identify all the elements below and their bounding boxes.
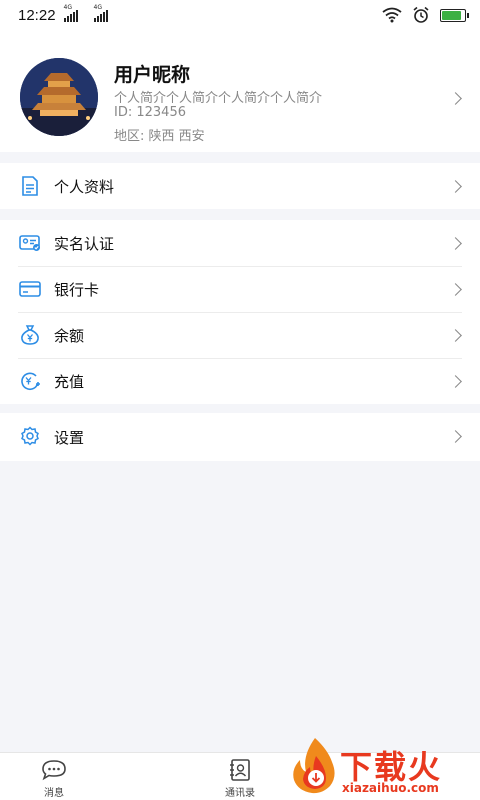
menu-item-bank-card[interactable]: 银行卡: [0, 266, 480, 312]
contacts-book-icon: [230, 759, 250, 781]
signal-icon: 4G: [63, 4, 78, 22]
avatar[interactable]: [20, 58, 98, 136]
chevron-right-icon: [449, 92, 462, 105]
menu-item-personal-info[interactable]: 个人资料: [0, 163, 480, 209]
menu-group-wallet: 实名认证 银行卡 余额 充值: [0, 220, 480, 404]
chevron-right-icon: [449, 329, 462, 342]
profile-bio: 个人简介个人简介个人简介个人简介: [114, 91, 323, 106]
menu-label: 充值: [54, 372, 85, 391]
sim2-network-tag: 4G: [93, 4, 103, 11]
tab-label: 通讯录: [225, 788, 255, 799]
watermark-logo: 下载火 xiazaihuo.com: [282, 736, 480, 800]
flame-logo-icon: [293, 738, 335, 794]
chat-bubble-icon: [42, 760, 66, 781]
id-card-icon: [19, 235, 40, 251]
menu-label: 余额: [54, 326, 85, 345]
tab-label: 消息: [44, 788, 64, 799]
menu-group-settings: 设置: [0, 413, 480, 461]
menu-group-profile: 个人资料: [0, 163, 480, 209]
status-bar: 12:22 4G 4G: [0, 0, 480, 30]
profile-name: 用户昵称: [114, 64, 191, 86]
profile-region: 地区: 陕西 西安: [114, 129, 205, 144]
chevron-right-icon: [449, 237, 462, 250]
menu-item-recharge[interactable]: 充值: [0, 358, 480, 404]
document-icon: [22, 176, 38, 196]
chevron-right-icon: [449, 375, 462, 388]
chevron-right-icon: [449, 430, 462, 443]
chevron-right-icon: [449, 283, 462, 296]
recharge-icon: [21, 372, 40, 391]
profile-id: ID: 123456: [114, 105, 186, 120]
status-time: 12:22: [18, 6, 56, 24]
battery-level: [442, 10, 461, 20]
menu-label: 个人资料: [54, 177, 115, 196]
chevron-right-icon: [449, 180, 462, 193]
tab-contacts[interactable]: 通讯录: [205, 757, 275, 799]
sim1-network-tag: 4G: [63, 4, 73, 11]
menu-label: 实名认证: [54, 234, 115, 253]
profile-card[interactable]: 用户昵称 个人简介个人简介个人简介个人简介 ID: 123456 地区: 陕西 …: [0, 30, 480, 152]
bank-card-icon: [19, 281, 41, 297]
money-bag-icon: [21, 325, 39, 345]
menu-label: 设置: [54, 428, 85, 447]
battery-icon: [440, 8, 469, 22]
menu-item-real-name-auth[interactable]: 实名认证: [0, 220, 480, 266]
alarm-icon: [413, 6, 429, 23]
wifi-icon: [382, 7, 402, 23]
tab-messages[interactable]: 消息: [19, 757, 89, 799]
menu-item-settings[interactable]: 设置: [0, 413, 480, 461]
avatar-image: [20, 58, 98, 136]
watermark-domain: xiazaihuo.com: [342, 781, 439, 795]
menu-label: 银行卡: [54, 280, 100, 299]
menu-item-balance[interactable]: 余额: [0, 312, 480, 358]
gear-icon: [21, 426, 39, 446]
signal-icon: 4G: [93, 4, 108, 22]
